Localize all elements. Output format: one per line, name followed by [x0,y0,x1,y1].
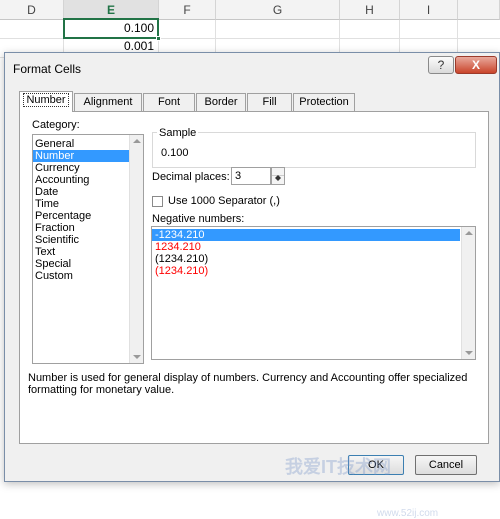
negative-format-item[interactable]: (1234.210) [152,253,475,265]
sample-label: Sample [157,127,199,139]
column-header-g[interactable]: G [216,0,340,20]
tab-protection[interactable]: Protection [293,93,355,111]
tab-font[interactable]: Font [143,93,195,111]
tab-number[interactable]: Number [19,91,73,112]
tab-label: Alignment [83,96,133,108]
fill-handle[interactable] [156,36,161,41]
category-item[interactable]: Special [33,258,143,270]
sample-group [152,132,476,168]
negative-numbers-list[interactable]: -1234.210 1234.210 (1234.210) (1234.210) [151,226,476,360]
category-item[interactable]: Custom [33,270,143,282]
category-item-selected[interactable]: Number [33,150,143,162]
scroll-up-icon[interactable] [133,139,141,143]
category-item[interactable]: Scientific [33,234,143,246]
watermark-url: www.52ij.com [377,508,439,519]
column-header-label: I [426,3,431,17]
tab-label: Border [204,96,238,108]
column-header-d[interactable]: D [0,0,64,20]
category-item[interactable]: Text [33,246,143,258]
column-header-label: H [365,3,374,17]
negative-format-item[interactable]: (1234.210) [152,265,475,277]
sample-value: 0.100 [161,147,189,159]
tab-fill[interactable]: Fill [247,93,292,111]
help-icon: ? [437,58,445,72]
format-cells-dialog: Format Cells ? X Number Alignment Font B… [4,52,500,519]
dialog-title: Format Cells [13,62,82,76]
column-header-label: F [183,3,191,17]
use-1000-separator-checkbox[interactable] [152,196,163,207]
tab-label: Protection [299,96,349,108]
category-list[interactable]: General Number Currency Accounting Date … [32,134,144,364]
category-item[interactable]: General [33,138,143,150]
category-item[interactable]: Currency [33,162,143,174]
category-description: Number is used for general display of nu… [28,372,468,396]
use-1000-separator-label[interactable]: Use 1000 Separator (,) [168,195,280,207]
category-label: Category: [32,119,80,131]
column-header-label: E [106,3,115,17]
column-header-f[interactable]: F [159,0,216,20]
negative-format-item-selected[interactable]: -1234.210 [152,229,460,241]
decimal-places-input[interactable]: 3 [231,167,271,185]
active-cell-border [63,18,161,41]
column-header-i[interactable]: I [400,0,458,20]
category-scrollbar[interactable] [129,135,143,363]
negative-numbers-scrollbar[interactable] [461,227,475,359]
tab-label: Number [23,93,69,107]
help-button[interactable]: ? [428,56,454,74]
negative-format-item[interactable]: 1234.210 [152,241,475,253]
negative-numbers-label: Negative numbers: [152,213,245,225]
tab-border[interactable]: Border [196,93,246,111]
tab-alignment[interactable]: Alignment [74,93,142,111]
category-item[interactable]: Accounting [33,174,143,186]
close-button[interactable]: X [455,56,497,74]
column-header-label: D [27,3,36,17]
number-tab-panel: Category: General Number Currency Accoun… [19,111,489,444]
tab-label: Fill [262,96,277,108]
column-header-h[interactable]: H [340,0,400,20]
column-header-e[interactable]: E [64,0,159,20]
decimal-places-label: Decimal places: [152,171,230,183]
dialog-titlebar[interactable]: Format Cells ? X [5,53,499,84]
spin-down-button[interactable] [272,176,284,184]
category-item[interactable]: Percentage [33,210,143,222]
cancel-button[interactable]: Cancel [415,455,477,475]
column-header-blank [458,0,500,20]
close-icon: X [471,58,480,72]
spin-down-icon [275,178,281,186]
category-item[interactable]: Time [33,198,143,210]
scroll-up-icon[interactable] [465,231,473,235]
spin-up-button[interactable] [272,168,284,178]
column-header-label: G [272,3,283,17]
watermark-text: 我爱IT技术网 [285,457,391,477]
scroll-down-icon[interactable] [133,355,141,359]
category-item[interactable]: Fraction [33,222,143,234]
scroll-down-icon[interactable] [465,351,473,355]
category-item[interactable]: Date [33,186,143,198]
tab-label: Font [157,96,180,108]
decimal-places-spinner[interactable] [271,167,285,185]
